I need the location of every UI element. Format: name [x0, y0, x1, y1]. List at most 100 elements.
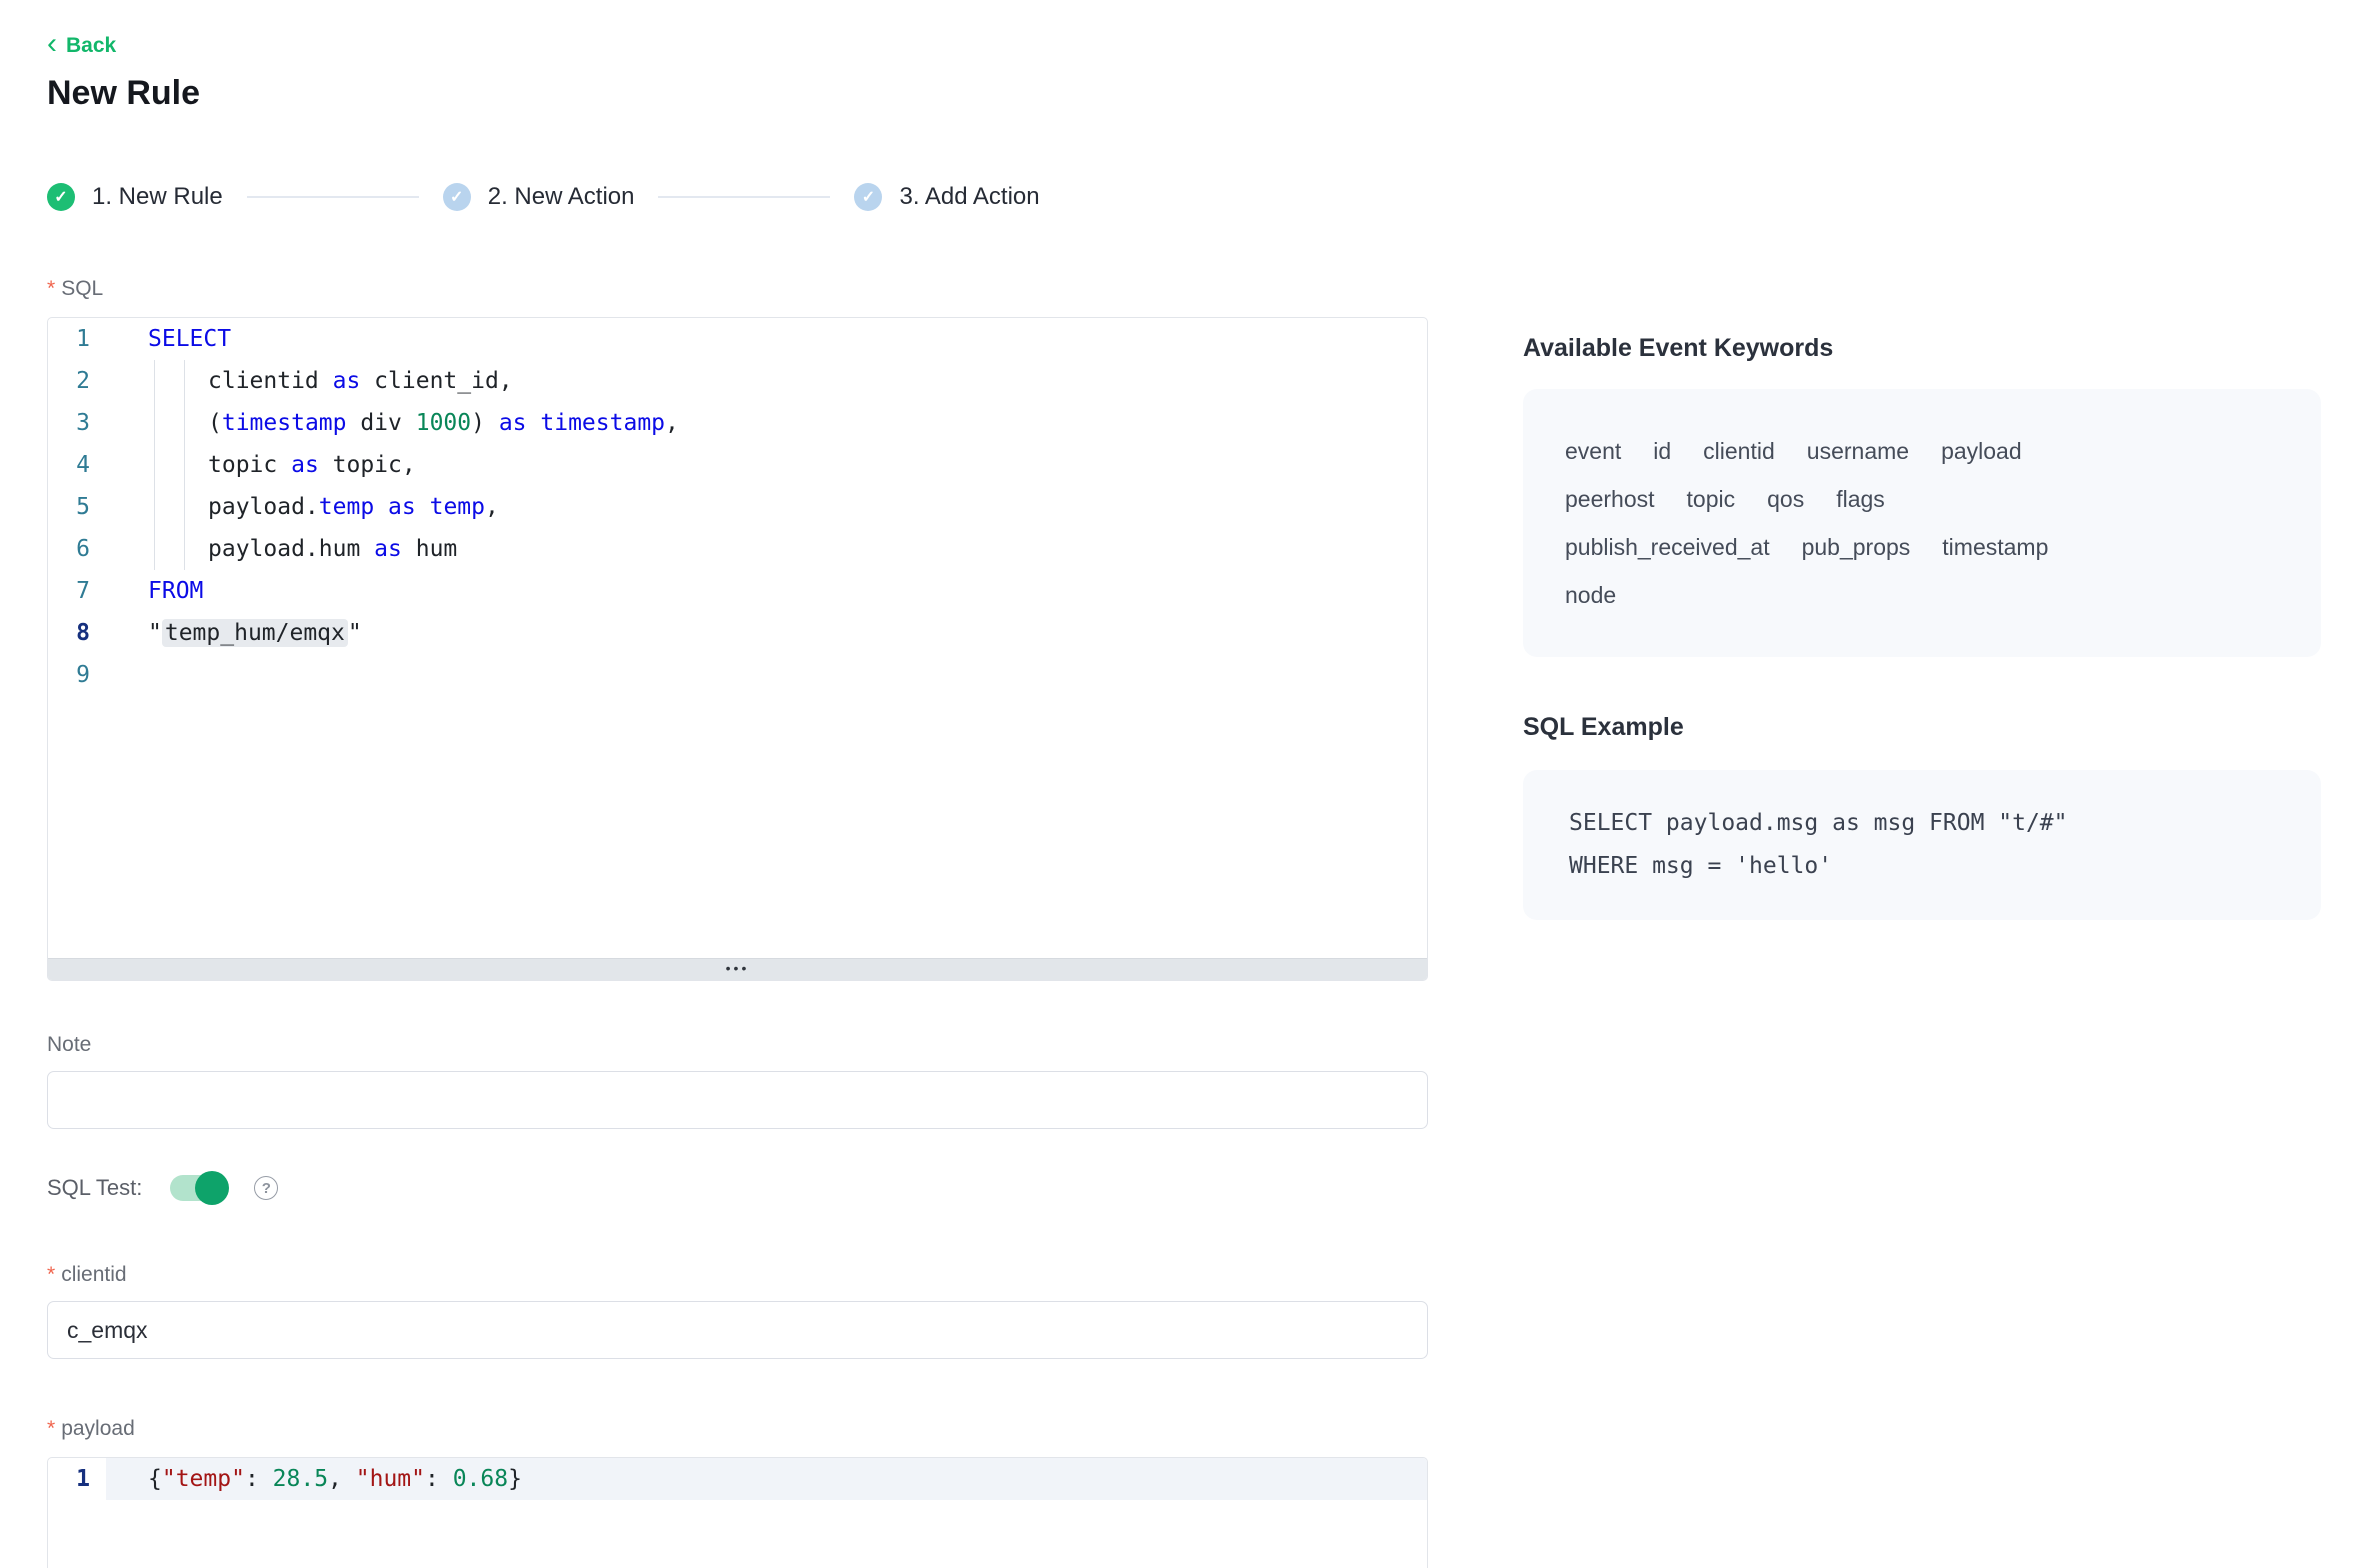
line-number: 5: [48, 486, 106, 528]
main-column: ‹ Back New Rule ✓ 1. New Rule ✓ 2. New A…: [47, 0, 1428, 1568]
code-line-content: payload.temp as temp,: [106, 486, 1427, 528]
payload-field-label: * payload: [47, 1417, 1428, 1441]
keyword-item: id: [1653, 427, 1671, 475]
resize-dots-icon: •••: [726, 963, 750, 973]
steps-indicator: ✓ 1. New Rule ✓ 2. New Action ✓ 3. Add A…: [47, 183, 1428, 211]
back-chevron-icon: ‹: [47, 34, 57, 54]
code-token: SELECT: [148, 326, 231, 352]
back-label: Back: [66, 34, 116, 58]
step-2-label: 2. New Action: [488, 183, 635, 211]
code-token: topic,: [319, 452, 416, 478]
payload-code-editor[interactable]: 1{"temp": 28.5, "hum": 0.68}: [47, 1457, 1428, 1568]
step-connector-1: [247, 196, 419, 198]
code-line: 9: [48, 654, 1427, 696]
code-token: timestamp: [540, 410, 665, 436]
code-token: 0.68: [453, 1466, 508, 1492]
code-line-content: [106, 654, 1427, 696]
step-3-check-icon: ✓: [854, 183, 882, 211]
indent-guide: [154, 444, 155, 486]
line-number: 8: [48, 612, 106, 654]
indent-guide: [154, 528, 155, 570]
indent-guide: [154, 486, 155, 528]
keyword-item: payload: [1941, 427, 2022, 475]
sql-editor-body[interactable]: 1SELECT2clientid as client_id,3(timestam…: [48, 318, 1427, 958]
indent-guide: [184, 444, 185, 486]
code-token: (: [208, 410, 222, 436]
code-token: as: [333, 368, 361, 394]
code-line-content: SELECT: [106, 318, 1427, 360]
indent-guide: [154, 402, 155, 444]
note-input[interactable]: [47, 1071, 1428, 1129]
line-number: 1: [48, 318, 106, 360]
sql-test-label: SQL Test:: [47, 1175, 142, 1201]
code-token: as: [388, 494, 416, 520]
code-line-content: topic as topic,: [106, 444, 1427, 486]
step-1-label: 1. New Rule: [92, 183, 223, 211]
indent-guide: [184, 402, 185, 444]
code-line-content: clientid as client_id,: [106, 360, 1427, 402]
keyword-item: topic: [1687, 475, 1736, 523]
required-mark: *: [47, 1263, 55, 1287]
code-token: div: [346, 410, 415, 436]
code-token: {: [148, 1466, 162, 1492]
code-token: payload.hum: [208, 536, 374, 562]
step-3-label: 3. Add Action: [899, 183, 1039, 211]
keyword-item: event: [1565, 427, 1621, 475]
sql-example-panel: SELECT payload.msg as msg FROM "t/#"WHER…: [1523, 770, 2321, 920]
line-number: 1: [48, 1458, 106, 1500]
code-token: as: [374, 536, 402, 562]
indent-guide: [154, 360, 155, 402]
toggle-knob: [195, 1171, 229, 1205]
indent-guide: [184, 486, 185, 528]
code-line-content: payload.hum as hum: [106, 528, 1427, 570]
sql-field-label: * SQL: [47, 277, 1428, 301]
code-token: ": [348, 620, 362, 646]
code-line-content: FROM: [106, 570, 1427, 612]
payload-editor-body[interactable]: 1{"temp": 28.5, "hum": 0.68}: [48, 1458, 1427, 1568]
clientid-input[interactable]: [47, 1301, 1428, 1359]
back-link[interactable]: ‹ Back: [47, 34, 116, 58]
note-field-label: Note: [47, 1033, 1428, 1057]
indent-guide: [184, 528, 185, 570]
keywords-panel-title: Available Event Keywords: [1523, 334, 2321, 363]
sql-test-toggle[interactable]: [170, 1175, 226, 1201]
code-token: as: [499, 410, 527, 436]
keyword-item: pub_props: [1802, 523, 1911, 571]
line-number: 3: [48, 402, 106, 444]
code-token: }: [508, 1466, 522, 1492]
keywords-panel: eventidclientidusernamepayloadpeerhostto…: [1523, 389, 2321, 657]
code-token: ): [471, 410, 499, 436]
keyword-item: peerhost: [1565, 475, 1655, 523]
code-token: payload.: [208, 494, 319, 520]
required-mark: *: [47, 277, 55, 301]
line-number: 4: [48, 444, 106, 486]
code-token: temp: [430, 494, 485, 520]
code-line: 4topic as topic,: [48, 444, 1427, 486]
keyword-row: node: [1565, 571, 2279, 619]
code-token: hum: [402, 536, 457, 562]
code-token: clientid: [208, 368, 333, 394]
indent-guide: [184, 360, 185, 402]
code-line: 5payload.temp as temp,: [48, 486, 1427, 528]
code-token: [416, 494, 430, 520]
clientid-field-label: * clientid: [47, 1263, 1428, 1287]
code-token: temp_hum/emqx: [162, 619, 348, 647]
line-number: 7: [48, 570, 106, 612]
code-token: timestamp: [222, 410, 347, 436]
code-token: ": [148, 620, 162, 646]
step-connector-2: [658, 196, 830, 198]
code-line-content: "temp_hum/emqx": [106, 612, 1427, 654]
step-1-new-rule: ✓ 1. New Rule: [47, 183, 223, 211]
keyword-item: publish_received_at: [1565, 523, 1770, 571]
step-2-check-icon: ✓: [443, 183, 471, 211]
help-icon[interactable]: ?: [254, 1176, 278, 1200]
editor-resize-handle[interactable]: •••: [48, 958, 1427, 980]
new-rule-page: ‹ Back New Rule ✓ 1. New Rule ✓ 2. New A…: [0, 0, 2356, 1568]
keyword-item: flags: [1836, 475, 1885, 523]
sql-code-editor[interactable]: 1SELECT2clientid as client_id,3(timestam…: [47, 317, 1428, 981]
code-token: topic: [208, 452, 291, 478]
step-2-new-action: ✓ 2. New Action: [443, 183, 635, 211]
code-token: ,: [485, 494, 499, 520]
code-line: 2clientid as client_id,: [48, 360, 1427, 402]
step-3-add-action: ✓ 3. Add Action: [854, 183, 1039, 211]
